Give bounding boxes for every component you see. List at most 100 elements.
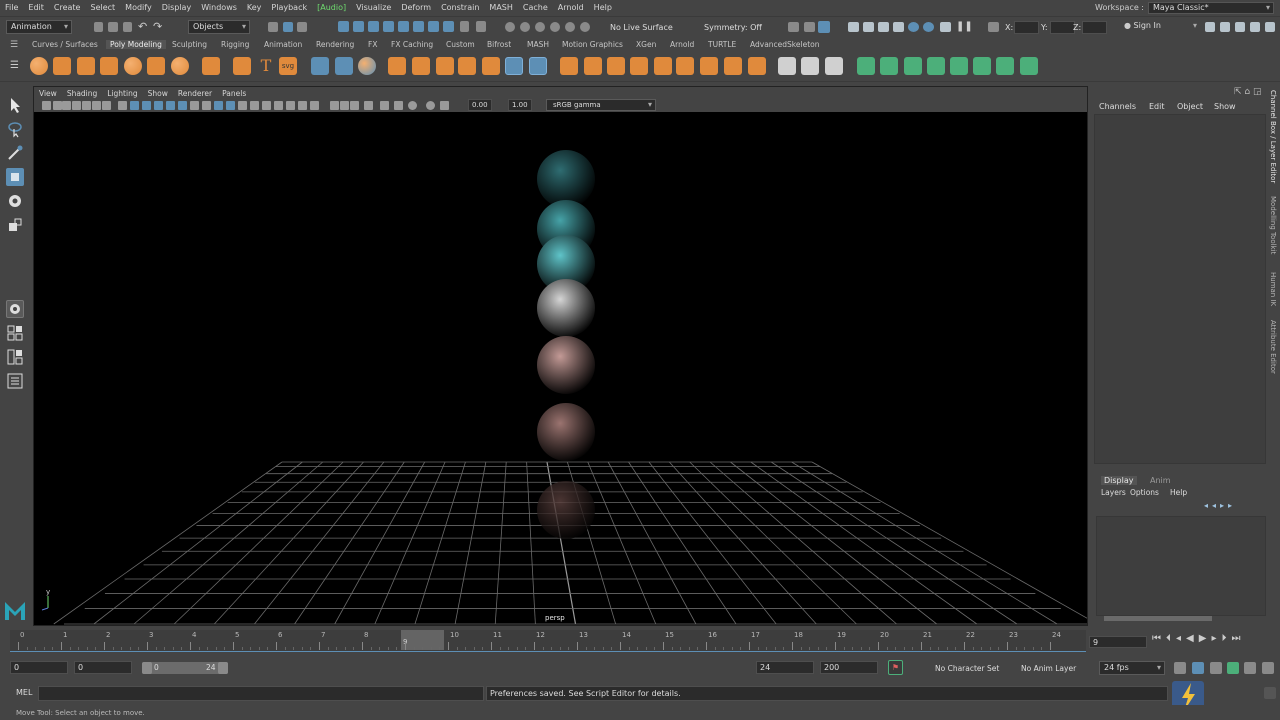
sphere-7[interactable]: [537, 481, 595, 539]
grid-icon[interactable]: [118, 101, 127, 110]
snap-curve-icon[interactable]: [520, 22, 530, 32]
time-options-icon[interactable]: [1262, 662, 1274, 674]
scene-canvas[interactable]: y: [34, 112, 1087, 625]
selection-mode-dropdown[interactable]: Objects: [188, 20, 250, 34]
range-start-handle[interactable]: [142, 662, 152, 674]
shelf-merge-icon[interactable]: [748, 57, 766, 75]
shelf-options-icon[interactable]: ☰: [10, 60, 19, 71]
time-slider[interactable]: 9 01234567891011121314151617181920212223…: [10, 630, 1086, 652]
menu-set-dropdown[interactable]: Animation: [6, 20, 72, 34]
shadows-icon[interactable]: [262, 101, 271, 110]
isolate-select-icon[interactable]: [330, 101, 339, 110]
hypershade-icon[interactable]: [893, 22, 904, 32]
modeling-toolkit-icon[interactable]: [1205, 22, 1215, 32]
last-tool-icon[interactable]: [6, 300, 24, 318]
shelf-foamy-icon[interactable]: [996, 57, 1014, 75]
viewport-menu-view[interactable]: View: [34, 89, 62, 98]
undo-icon[interactable]: ↶: [138, 20, 147, 33]
channel-box-menu-channels[interactable]: Channels: [1099, 102, 1136, 111]
shelf-tab-rendering[interactable]: Rendering: [316, 40, 354, 49]
step-back-frame-icon[interactable]: ◂: [1176, 633, 1181, 644]
arnold-render-icon[interactable]: [923, 22, 934, 32]
shelf-tab-sculpting[interactable]: Sculpting: [172, 40, 207, 49]
depth-of-field-icon[interactable]: [310, 101, 319, 110]
snap-view-plane-icon[interactable]: [565, 22, 575, 32]
film-gate-icon[interactable]: [130, 101, 139, 110]
xray-joints-icon[interactable]: [350, 101, 359, 110]
menu-key[interactable]: Key: [242, 3, 267, 12]
shelf-bevel-icon[interactable]: [505, 57, 523, 75]
shelf-fill-hole-icon[interactable]: [607, 57, 625, 75]
viewport-menu-show[interactable]: Show: [143, 89, 173, 98]
shelf-type-icon[interactable]: T: [257, 57, 275, 75]
2d-pan-zoom-icon[interactable]: [92, 101, 101, 110]
exposure-field[interactable]: 0.00: [468, 99, 492, 111]
object-mode-icon[interactable]: [283, 22, 293, 32]
go-to-end-icon[interactable]: ⏭: [1231, 633, 1240, 644]
playback-settings-icon[interactable]: [1244, 662, 1256, 674]
shelf-tab-xgen[interactable]: XGen: [636, 40, 656, 49]
shelf-tab-arnold[interactable]: Arnold: [670, 40, 694, 49]
viewport-persp[interactable]: View Shading Lighting Show Renderer Panels 0.…: [33, 86, 1088, 626]
safe-action-icon[interactable]: [178, 101, 187, 110]
single-perspective-layout-icon[interactable]: [6, 324, 24, 342]
viewport-menu-lighting[interactable]: Lighting: [102, 89, 142, 98]
command-language-label[interactable]: MEL: [16, 688, 32, 697]
script-editor-icon[interactable]: [1264, 687, 1276, 699]
shelf-boolean-intersect-icon[interactable]: [458, 57, 476, 75]
sphere-4[interactable]: [537, 279, 595, 337]
save-scene-icon[interactable]: [123, 22, 132, 32]
channel-box-icon[interactable]: [1250, 22, 1260, 32]
select-rendering-icon[interactable]: [428, 21, 439, 32]
menu-display[interactable]: Display: [157, 3, 197, 12]
field-chart-icon[interactable]: [166, 101, 175, 110]
cache-playback-icon[interactable]: [1192, 662, 1204, 674]
shelf-tab-custom[interactable]: Custom: [446, 40, 475, 49]
step-back-key-icon[interactable]: ⏴: [1166, 633, 1171, 644]
shelf-multi-cut-icon[interactable]: [630, 57, 648, 75]
motion-blur-icon[interactable]: [286, 101, 295, 110]
tool-settings-icon[interactable]: [1235, 22, 1245, 32]
camera-attributes-icon[interactable]: [62, 101, 71, 110]
lock-camera-icon[interactable]: [53, 101, 62, 110]
live-surface-label[interactable]: No Live Surface: [610, 23, 673, 32]
shelf-cylinder-icon[interactable]: [77, 57, 95, 75]
outliner-icon[interactable]: [1265, 22, 1275, 32]
shelf-boolean-diff-icon[interactable]: [436, 57, 454, 75]
layer-menu-help[interactable]: Help: [1170, 488, 1187, 497]
redo-icon[interactable]: ↷: [153, 20, 162, 33]
shelf-bridge-icon[interactable]: [529, 57, 547, 75]
open-scene-icon[interactable]: [108, 22, 118, 32]
shelf-tab-motion-graphics[interactable]: Motion Graphics: [562, 40, 623, 49]
construction-history-icon[interactable]: [788, 22, 799, 32]
step-forward-frame-icon[interactable]: ▸: [1211, 633, 1216, 644]
select-tool-icon[interactable]: [6, 96, 24, 114]
menu-visualize[interactable]: Visualize: [351, 3, 396, 12]
shelf-uv-editor-icon[interactable]: [778, 57, 796, 75]
select-joints-icon[interactable]: [353, 21, 364, 32]
layer-scrollbar[interactable]: [1104, 616, 1212, 621]
gamma-field[interactable]: 1.00: [508, 99, 532, 111]
side-tab-human-ik[interactable]: Human IK: [1269, 272, 1277, 306]
shelf-collapse-icon[interactable]: [724, 57, 742, 75]
hud-toggle-icon[interactable]: [394, 101, 403, 110]
channel-box-menu-edit[interactable]: Edit: [1149, 102, 1165, 111]
xray-icon[interactable]: [340, 101, 349, 110]
select-misc-icon[interactable]: [443, 21, 454, 32]
scene-end-field[interactable]: 200: [820, 661, 878, 674]
default-material-icon[interactable]: [226, 101, 235, 110]
menu-deform[interactable]: Deform: [396, 3, 436, 12]
workspace-dropdown[interactable]: Maya Classic* ▾: [1148, 1, 1274, 14]
play-backwards-icon[interactable]: ◀: [1186, 633, 1194, 644]
range-end-handle[interactable]: [218, 662, 228, 674]
snap-point-icon[interactable]: [535, 22, 545, 32]
layer-tab-display[interactable]: Display: [1101, 476, 1137, 485]
smooth-shade-icon[interactable]: [214, 101, 223, 110]
menu-audio[interactable]: [Audio]: [312, 3, 351, 12]
attribute-editor-icon[interactable]: [1220, 22, 1230, 32]
shelf-offset-edge-loop-icon[interactable]: [676, 57, 694, 75]
render-settings-icon[interactable]: [878, 22, 889, 32]
viewport-menu-panels[interactable]: Panels: [217, 89, 251, 98]
shelf-tab-bifrost[interactable]: Bifrost: [487, 40, 511, 49]
y-coordinate-field[interactable]: [1050, 21, 1075, 34]
